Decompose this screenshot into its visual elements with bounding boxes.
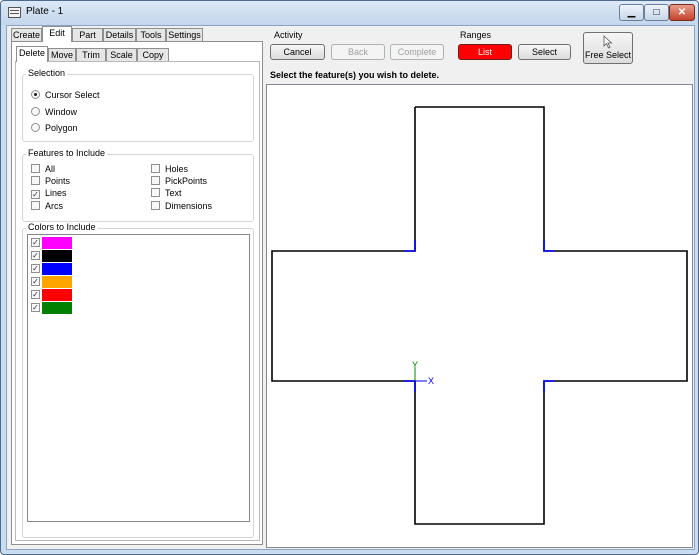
checkbox-checked[interactable]: ✓ (31, 264, 40, 273)
checkbox (31, 176, 40, 185)
delete-panel: Selection Cursor Select Window Polygon F… (15, 61, 260, 541)
checkbox-checked[interactable]: ✓ (31, 303, 40, 312)
free-select-button[interactable]: Free Select (583, 32, 633, 64)
check-points[interactable]: Points (31, 176, 70, 187)
checkbox (151, 201, 160, 210)
checkbox-checked: ✓ (31, 190, 40, 199)
x-axis-label: X (428, 376, 434, 386)
tab-tools[interactable]: Tools (136, 28, 166, 42)
tab-edit[interactable]: Edit (42, 26, 72, 42)
title-bar[interactable]: Plate - 1 ▁ □ ✕ (1, 1, 698, 25)
ranges-label: Ranges (460, 30, 492, 40)
close-icon: ✕ (677, 7, 687, 18)
highlight-corner (543, 240, 555, 252)
radio-indicator (31, 90, 40, 99)
edit-panel: Delete Move Trim Scale Copy Selection Cu… (11, 41, 263, 545)
maximize-button[interactable]: □ (644, 4, 669, 21)
checkbox (151, 176, 160, 185)
checkbox-checked[interactable]: ✓ (31, 251, 40, 260)
cross-outline[interactable] (271, 106, 688, 525)
tab-part[interactable]: Part (72, 28, 103, 42)
tab-details[interactable]: Details (103, 28, 136, 42)
check-label: Points (45, 176, 71, 186)
ranges-select-button[interactable]: Select (518, 44, 571, 60)
radio-label: Window (45, 107, 78, 117)
highlight-corner (404, 380, 416, 392)
check-dimensions[interactable]: Dimensions (151, 201, 212, 212)
radio-label: Cursor Select (45, 90, 100, 100)
check-text[interactable]: Text (151, 188, 182, 199)
radio-polygon[interactable]: Polygon (31, 123, 78, 134)
maximize-icon: □ (653, 7, 660, 18)
radio-cursor-select[interactable]: Cursor Select (31, 90, 100, 101)
radio-indicator (31, 107, 40, 116)
minimize-button[interactable]: ▁ (619, 4, 644, 21)
checkbox (151, 164, 160, 173)
color-swatch (42, 302, 72, 314)
tab-copy[interactable]: Copy (137, 48, 169, 62)
checkbox (31, 201, 40, 210)
check-label: All (45, 164, 56, 174)
radio-label: Polygon (45, 123, 78, 133)
color-swatch (42, 263, 72, 275)
check-holes[interactable]: Holes (151, 164, 188, 175)
app-icon (8, 7, 21, 18)
activity-label: Activity (274, 30, 303, 40)
checkbox-checked[interactable]: ✓ (31, 290, 40, 299)
checkbox (31, 164, 40, 173)
radio-indicator (31, 123, 40, 132)
list-button[interactable]: List (458, 44, 512, 60)
check-label: Text (165, 188, 182, 198)
color-swatch (42, 237, 72, 249)
tab-move[interactable]: Move (48, 48, 76, 62)
complete-button[interactable]: Complete (390, 44, 444, 60)
close-button[interactable]: ✕ (669, 4, 695, 21)
tab-delete[interactable]: Delete (16, 46, 48, 62)
cad-drawing: Y X (271, 106, 688, 525)
check-all[interactable]: All (31, 164, 55, 175)
check-arcs[interactable]: Arcs (31, 201, 63, 212)
check-label: Lines (45, 188, 67, 198)
back-button[interactable]: Back (331, 44, 385, 60)
colors-legend: Colors to Include (26, 222, 98, 232)
check-label: Holes (165, 164, 189, 174)
highlight-corner (404, 240, 416, 252)
checkbox-checked[interactable]: ✓ (31, 277, 40, 286)
selected-segments (404, 240, 555, 392)
color-swatch (42, 276, 72, 288)
tab-create[interactable]: Create (11, 28, 42, 42)
cursor-icon (603, 35, 613, 49)
tab-settings[interactable]: Settings (166, 28, 203, 42)
minimize-icon: ▁ (627, 7, 636, 18)
radio-window[interactable]: Window (31, 107, 77, 118)
app-window: Plate - 1 ▁ □ ✕ Create Edit Part Details… (0, 0, 699, 555)
tab-trim[interactable]: Trim (76, 48, 106, 62)
color-swatch (42, 289, 72, 301)
window-title: Plate - 1 (26, 6, 64, 17)
checkbox-checked[interactable]: ✓ (31, 238, 40, 247)
y-axis-label: Y (412, 360, 418, 370)
tab-scale[interactable]: Scale (106, 48, 137, 62)
drawing-canvas[interactable]: Y X (266, 84, 693, 548)
color-swatch (42, 250, 72, 262)
highlight-corner (543, 380, 555, 392)
prompt-text: Select the feature(s) you wish to delete… (270, 70, 440, 80)
check-lines[interactable]: ✓ Lines (31, 188, 67, 199)
colors-list[interactable]: ✓ ✓ ✓ ✓ ✓ ✓ (27, 234, 250, 522)
features-legend: Features to Include (26, 148, 108, 158)
client-area: Create Edit Part Details Tools Settings … (6, 25, 695, 550)
check-label: Arcs (45, 201, 63, 211)
free-select-label: Free Select (584, 50, 632, 60)
check-pickpoints[interactable]: PickPoints (151, 176, 207, 187)
checkbox (151, 188, 160, 197)
cancel-button[interactable]: Cancel (270, 44, 325, 60)
selection-legend: Selection (26, 68, 68, 78)
check-label: Dimensions (165, 201, 213, 211)
check-label: PickPoints (165, 176, 208, 186)
